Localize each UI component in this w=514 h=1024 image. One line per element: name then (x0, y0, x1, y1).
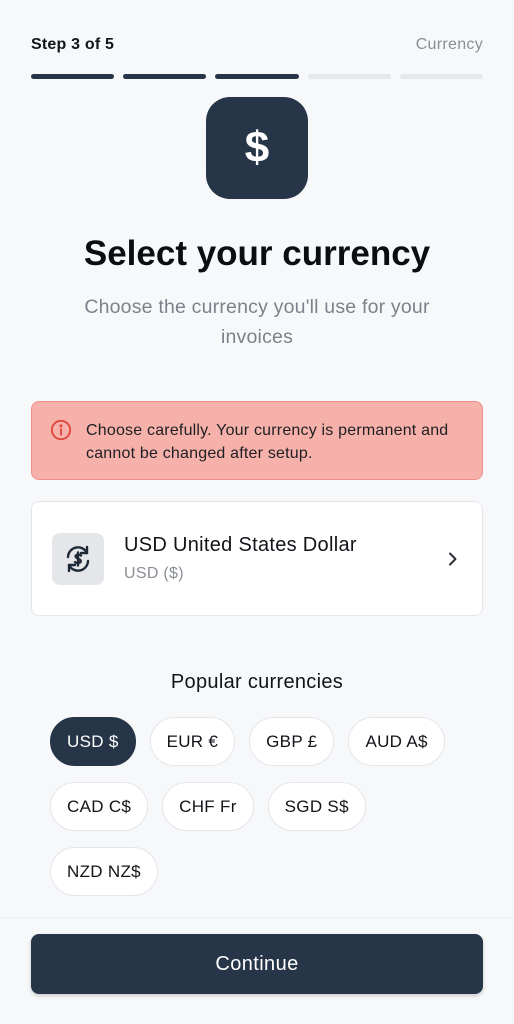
selected-currency-code: USD ($) (124, 565, 184, 582)
continue-button[interactable]: Continue (31, 934, 483, 994)
currency-exchange-icon (52, 532, 104, 585)
step-label: Step 3 of 5 (31, 36, 115, 53)
page-subtitle: Choose the currency you'll use for your … (84, 296, 430, 348)
currency-chip-usd[interactable]: USD $ (50, 717, 136, 766)
currency-chip-sgd[interactable]: SGD S$ (267, 782, 366, 831)
currency-chip-gbp[interactable]: GBP £ (249, 717, 335, 766)
progress-segment-2 (123, 74, 207, 79)
permanent-currency-warning: Choose carefully. Your currency is perma… (31, 401, 483, 480)
popular-currency-chips: USD $ EUR € GBP £ AUD A$ CAD C$ CHF Fr S… (50, 717, 474, 896)
currency-chip-nzd[interactable]: NZD NZ$ (50, 847, 158, 896)
currency-chip-aud[interactable]: AUD A$ (348, 717, 445, 766)
footer-divider (0, 917, 514, 918)
progress-segment-4 (307, 74, 391, 79)
info-circle-icon (50, 419, 72, 441)
page-title: Select your currency (83, 234, 431, 273)
selected-currency-card[interactable]: USD United States Dollar USD ($) (31, 501, 483, 616)
progress-segment-1 (31, 74, 115, 79)
currency-chip-eur[interactable]: EUR € (149, 717, 236, 766)
currency-chip-cad[interactable]: CAD C$ (50, 782, 149, 831)
chevron-right-icon (449, 552, 457, 565)
currency-setup-screen: Step 3 of 5 Currency $ Select your curre… (0, 0, 514, 1024)
selected-currency-info: USD United States Dollar USD ($) (124, 534, 444, 583)
step-name: Currency (415, 36, 483, 53)
step-progress-bar (31, 74, 484, 79)
selected-currency-name: USD United States Dollar (124, 534, 357, 556)
step-header: Step 3 of 5 Currency (31, 36, 483, 54)
popular-currencies-heading: Popular currencies (170, 671, 344, 693)
dollar-glyph: $ (244, 123, 270, 172)
warning-text: Choose carefully. Your currency is perma… (86, 422, 449, 462)
currency-chip-chf[interactable]: CHF Fr (162, 782, 254, 831)
progress-segment-3 (215, 74, 299, 79)
progress-segment-5 (399, 74, 484, 79)
dollar-sign-icon: $ (206, 97, 308, 199)
